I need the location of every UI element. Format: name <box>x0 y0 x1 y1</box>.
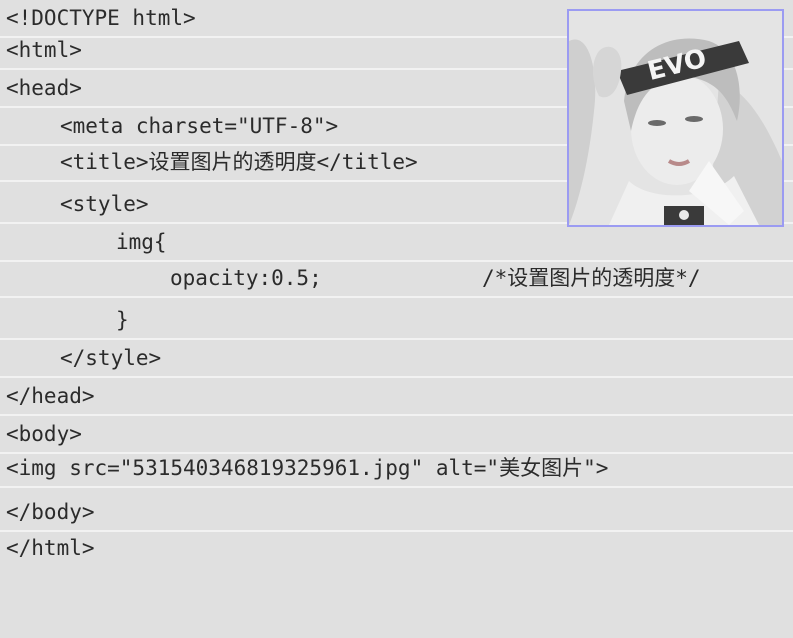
code-text: <head> <box>6 76 82 100</box>
code-line-body-open: <body> <box>0 416 793 454</box>
code-text: <!DOCTYPE html> <box>6 6 196 30</box>
code-text: } <box>116 308 129 332</box>
semi-transparent-photo: EVO <box>567 9 784 227</box>
code-line-style-close: </style> <box>0 340 793 378</box>
code-text: </body> <box>6 500 95 524</box>
code-text: opacity:0.5; <box>170 266 322 290</box>
code-line-head-close: </head> <box>0 378 793 416</box>
code-text: <body> <box>6 422 82 446</box>
code-line-brace-close: } <box>0 302 793 340</box>
code-text: </style> <box>60 346 162 370</box>
code-text: img{ <box>116 230 167 254</box>
code-text: <style> <box>60 192 149 216</box>
code-comment: /*设置图片的透明度*/ <box>482 266 701 290</box>
code-line-body-close: </body> <box>0 494 793 532</box>
code-line-img-selector: img{ <box>0 224 793 262</box>
code-line-img-tag: <img src="531540346819325961.jpg" alt="美… <box>0 450 793 488</box>
code-line-html-close: </html> <box>0 530 793 568</box>
code-text: <title>设置图片的透明度</title> <box>60 150 418 174</box>
code-text: </head> <box>6 384 95 408</box>
code-line-opacity: opacity:0.5; /*设置图片的透明度*/ <box>0 260 793 298</box>
code-text: <img src="531540346819325961.jpg" alt="美… <box>6 456 609 480</box>
code-text: <html> <box>6 38 82 62</box>
portrait-illustration: EVO <box>569 11 782 225</box>
code-text: <meta charset="UTF-8"> <box>60 114 339 138</box>
code-text: </html> <box>6 536 95 560</box>
